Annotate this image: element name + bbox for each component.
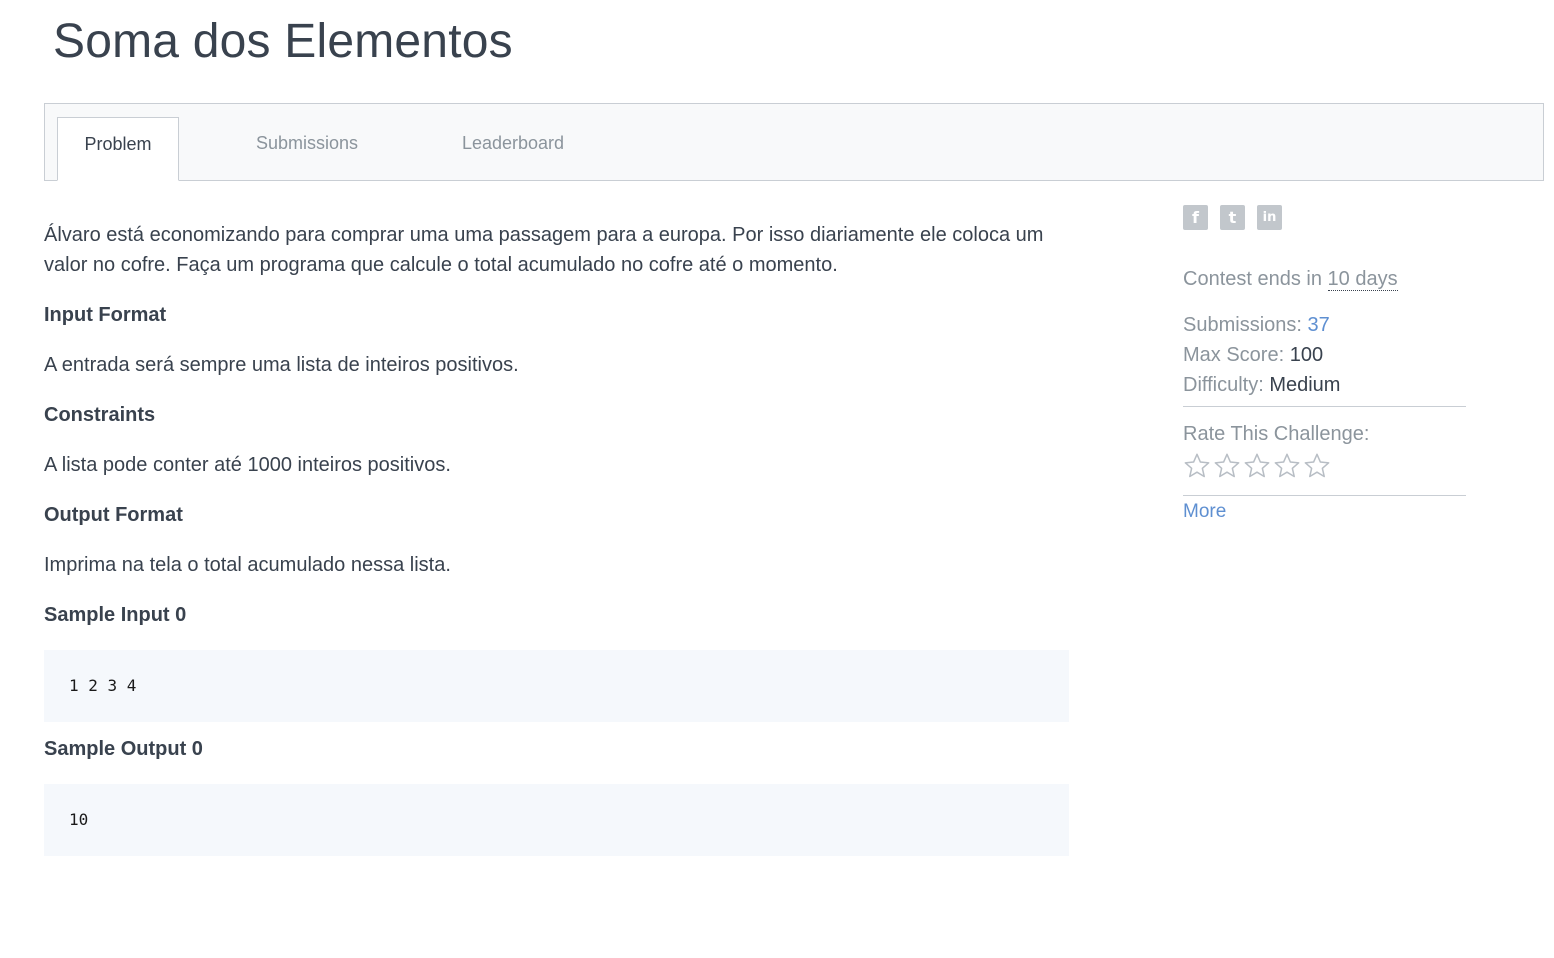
linkedin-icon[interactable]: in	[1257, 205, 1282, 230]
divider	[1183, 406, 1466, 407]
sample-output-code: 10	[44, 784, 1069, 856]
twitter-icon[interactable]: t	[1220, 205, 1245, 230]
star-icon[interactable]	[1243, 452, 1271, 480]
star-icon[interactable]	[1303, 452, 1331, 480]
star-icon[interactable]	[1273, 452, 1301, 480]
star-icon[interactable]	[1183, 452, 1211, 480]
sample-input-code: 1 2 3 4	[44, 650, 1069, 722]
max-score-stat: Max Score: 100	[1183, 340, 1466, 370]
difficulty-stat: Difficulty: Medium	[1183, 370, 1466, 400]
tab-leaderboard[interactable]: Leaderboard	[449, 117, 577, 181]
input-format-heading: Input Format	[44, 304, 167, 326]
difficulty-label: Difficulty:	[1183, 374, 1270, 396]
more-link[interactable]: More	[1183, 500, 1466, 524]
problem-description: Álvaro está economizando para comprar um…	[44, 224, 1044, 276]
star-icon[interactable]	[1213, 452, 1241, 480]
contest-ends: Contest ends in 10 days	[1183, 264, 1466, 294]
output-format-heading: Output Format	[44, 504, 183, 526]
difficulty-value: Medium	[1269, 374, 1341, 396]
rate-label: Rate This Challenge:	[1183, 423, 1370, 445]
input-format-text: A entrada será sempre uma lista de intei…	[44, 354, 519, 376]
challenge-sidebar: f t in Contest ends in 10 days Submissio…	[1183, 205, 1466, 524]
divider	[1183, 495, 1466, 496]
output-format-text: Imprima na tela o total acumulado nessa …	[44, 554, 451, 576]
tab-submissions[interactable]: Submissions	[245, 117, 369, 181]
tabs-bar: Problem Submissions Leaderboard	[44, 103, 1544, 181]
social-share: f t in	[1183, 205, 1466, 231]
sample-input-heading: Sample Input 0	[44, 604, 187, 626]
page-title: Soma dos Elementos	[53, 15, 513, 68]
contest-ends-value: 10 days	[1327, 268, 1398, 291]
sample-output-heading: Sample Output 0	[44, 738, 203, 760]
submissions-stat: Submissions: 37	[1183, 310, 1466, 340]
contest-ends-label: Contest ends in	[1183, 268, 1328, 290]
rating-stars	[1183, 449, 1466, 483]
submissions-count-link[interactable]: 37	[1308, 314, 1330, 336]
problem-statement: Álvaro está economizando para comprar um…	[44, 220, 1069, 868]
challenge-stats: Submissions: 37 Max Score: 100 Difficult…	[1183, 310, 1466, 400]
max-score-label: Max Score:	[1183, 344, 1290, 366]
constraints-text: A lista pode conter até 1000 inteiros po…	[44, 454, 451, 476]
max-score-value: 100	[1289, 344, 1324, 366]
facebook-icon[interactable]: f	[1183, 205, 1208, 230]
tab-problem[interactable]: Problem	[57, 117, 179, 181]
submissions-label: Submissions:	[1183, 314, 1308, 336]
constraints-heading: Constraints	[44, 404, 156, 426]
